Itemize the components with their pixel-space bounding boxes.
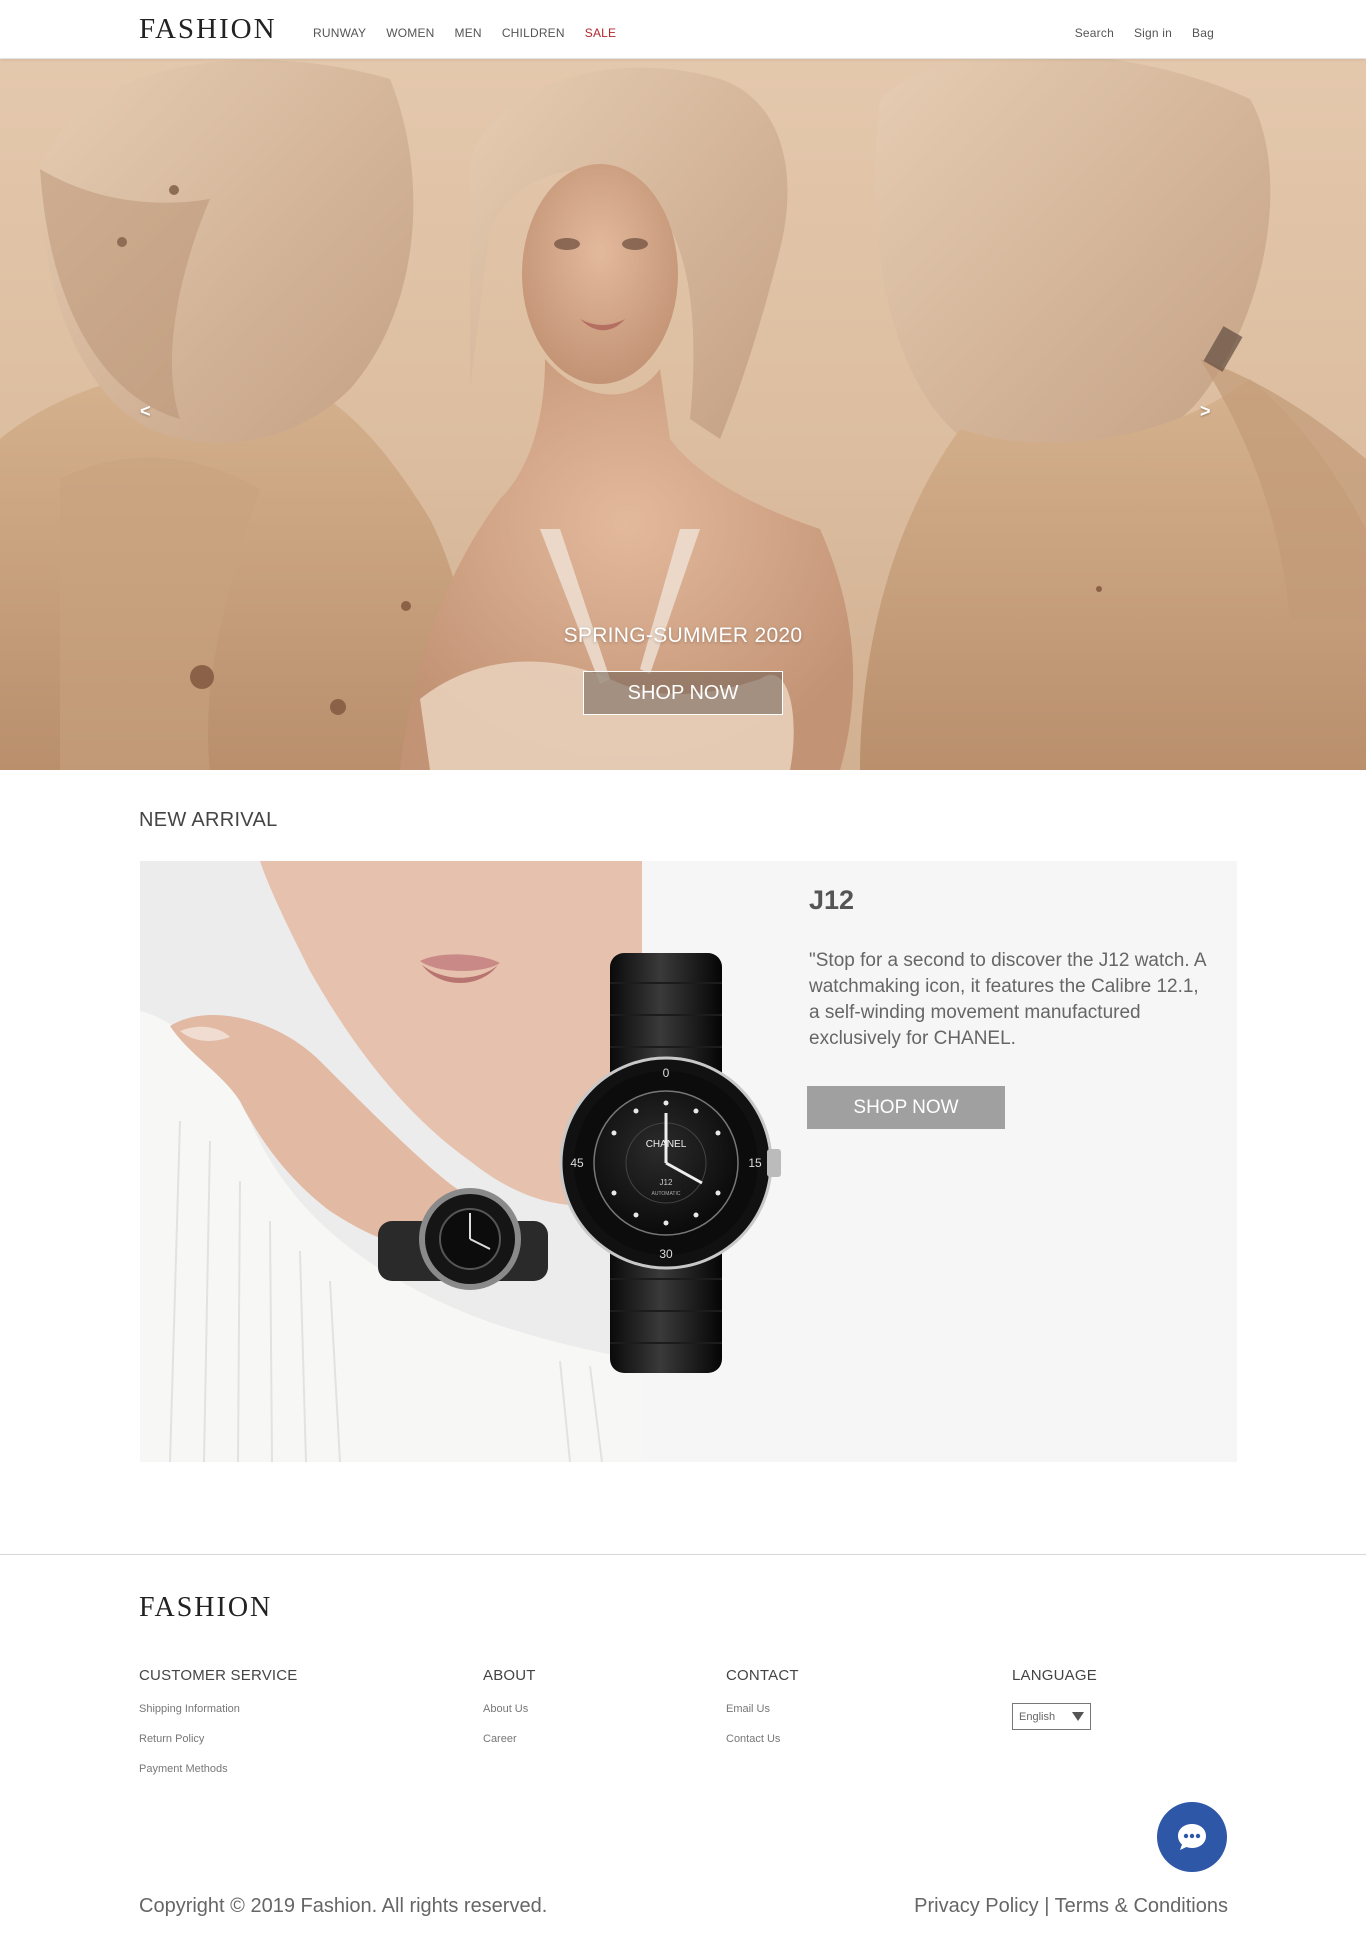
terms-conditions-link[interactable]: Terms & Conditions xyxy=(1055,1895,1228,1917)
language-select[interactable]: English xyxy=(1012,1703,1091,1730)
prev-slide-arrow[interactable]: < xyxy=(140,401,151,422)
chat-bubble-icon xyxy=(1178,1824,1206,1850)
email-us-link[interactable]: Email Us xyxy=(726,1703,799,1718)
footer-about: ABOUT About Us Career xyxy=(483,1667,536,1763)
sign-in-link[interactable]: Sign in xyxy=(1134,26,1172,40)
nav-children[interactable]: CHILDREN xyxy=(502,26,565,40)
watch-image: CHANEL J12 AUTOMATIC 0 15 30 45 xyxy=(559,953,781,1373)
nav-men[interactable]: MEN xyxy=(455,26,482,40)
bezel-marker-30: 30 xyxy=(659,1247,673,1261)
chat-button[interactable] xyxy=(1157,1802,1227,1872)
language-selected-value: English xyxy=(1019,1710,1056,1723)
about-us-link[interactable]: About Us xyxy=(483,1703,536,1718)
career-link[interactable]: Career xyxy=(483,1733,536,1748)
site-header: FASHION RUNWAY WOMEN MEN CHILDREN SALE S… xyxy=(0,0,1366,59)
hero-shop-now-button[interactable]: SHOP NOW xyxy=(583,671,783,715)
new-arrival-heading: NEW ARRIVAL xyxy=(139,809,278,831)
contact-title: CONTACT xyxy=(726,1667,799,1684)
utility-nav: Search Sign in Bag xyxy=(1075,26,1214,40)
search-link[interactable]: Search xyxy=(1075,26,1114,40)
hero-title: SPRING-SUMMER 2020 xyxy=(563,624,803,647)
hero-banner: < > SPRING-SUMMER 2020 SHOP NOW xyxy=(0,59,1366,770)
copyright-text: Copyright © 2019 Fashion. All rights res… xyxy=(139,1895,548,1917)
main-nav: RUNWAY WOMEN MEN CHILDREN SALE xyxy=(313,26,616,40)
footer-customer-service: CUSTOMER SERVICE Shipping Information Re… xyxy=(139,1667,298,1793)
product-card: CHANEL J12 AUTOMATIC 0 15 30 45 J12 "Sto… xyxy=(140,861,1237,1462)
nav-women[interactable]: WOMEN xyxy=(386,26,434,40)
product-description: "Stop for a second to discover the J12 w… xyxy=(809,950,1206,1049)
site-logo[interactable]: FASHION xyxy=(139,13,277,46)
language-title: LANGUAGE xyxy=(1012,1667,1097,1684)
watch-brand-text: CHANEL xyxy=(646,1139,687,1150)
about-title: ABOUT xyxy=(483,1667,536,1684)
bag-link[interactable]: Bag xyxy=(1192,26,1214,40)
nav-sale[interactable]: SALE xyxy=(585,26,617,40)
bezel-marker-0: 0 xyxy=(663,1066,670,1080)
product-name: J12 xyxy=(809,885,855,915)
bezel-marker-15: 15 xyxy=(748,1156,762,1170)
nav-runway[interactable]: RUNWAY xyxy=(313,26,366,40)
footer-divider xyxy=(0,1554,1366,1555)
payment-methods-link[interactable]: Payment Methods xyxy=(139,1763,298,1778)
footer-logo[interactable]: FASHION xyxy=(139,1592,272,1624)
bezel-marker-45: 45 xyxy=(570,1156,584,1170)
privacy-policy-link[interactable]: Privacy Policy xyxy=(914,1895,1038,1917)
return-policy-link[interactable]: Return Policy xyxy=(139,1733,298,1748)
dropdown-arrow-icon xyxy=(1072,1712,1084,1721)
footer-language: LANGUAGE English xyxy=(1012,1667,1097,1730)
footer-contact: CONTACT Email Us Contact Us xyxy=(726,1667,799,1763)
legal-links: Privacy Policy | Terms & Conditions xyxy=(914,1895,1228,1918)
contact-us-link[interactable]: Contact Us xyxy=(726,1733,799,1748)
hero-image xyxy=(0,59,1366,770)
watch-sub-text: AUTOMATIC xyxy=(652,1191,681,1197)
customer-service-title: CUSTOMER SERVICE xyxy=(139,1667,298,1684)
next-slide-arrow[interactable]: > xyxy=(1200,401,1211,422)
product-shop-now-button[interactable]: SHOP NOW xyxy=(807,1086,1005,1129)
watch-model-text: J12 xyxy=(660,1178,673,1187)
legal-separator: | xyxy=(1044,1895,1050,1917)
shipping-information-link[interactable]: Shipping Information xyxy=(139,1703,298,1718)
